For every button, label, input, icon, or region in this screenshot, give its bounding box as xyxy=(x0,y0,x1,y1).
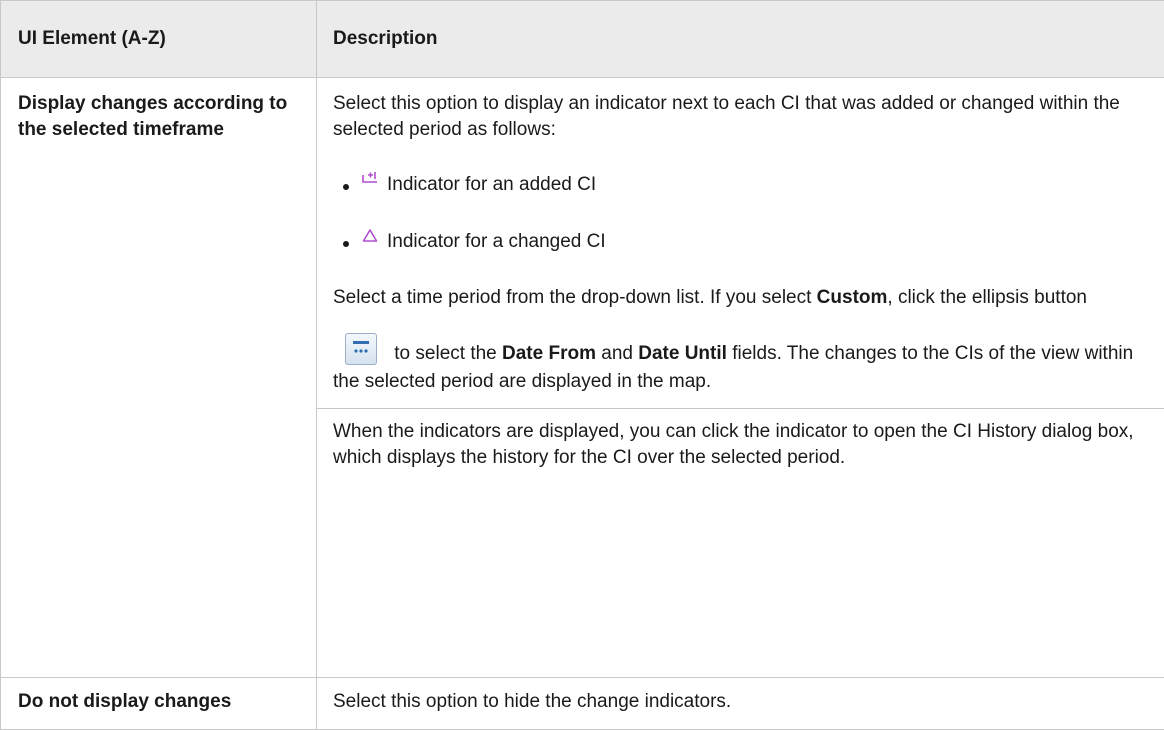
header-description: Description xyxy=(317,1,1164,78)
bullet-changed-text: Indicator for a changed CI xyxy=(387,231,606,252)
header-ui-element: UI Element (A-Z) xyxy=(1,1,317,78)
text-fragment: to select the xyxy=(389,343,502,364)
added-ci-indicator-icon xyxy=(361,170,379,188)
bullet-dot xyxy=(343,241,349,247)
text-fragment: , click the ellipsis button xyxy=(887,287,1087,308)
ellipsis-instructions: to select the Date From and Date Until f… xyxy=(333,333,1154,396)
intro-text: Select this option to display an indicat… xyxy=(333,91,1154,143)
ellipsis-icon xyxy=(346,334,376,364)
ellipsis-button[interactable] xyxy=(345,333,377,365)
table-header-row: UI Element (A-Z) Description xyxy=(1,1,1164,78)
timeframe-instructions: Select a time period from the drop-down … xyxy=(333,285,1154,311)
ui-elements-table: UI Element (A-Z) Description Display cha… xyxy=(0,0,1164,730)
text-fragment: and xyxy=(596,343,638,364)
description-cell: Select this option to hide the change in… xyxy=(317,678,1164,730)
date-until-term: Date Until xyxy=(638,343,727,364)
changed-ci-indicator-icon xyxy=(361,227,379,245)
text-fragment: Select a time period from the drop-down … xyxy=(333,287,817,308)
bullet-added-text: Indicator for an added CI xyxy=(387,174,596,195)
table-row: Display changes according to the selecte… xyxy=(1,78,1164,678)
indicator-click-text: When the indicators are displayed, you c… xyxy=(333,419,1154,471)
custom-term: Custom xyxy=(817,287,888,308)
ui-element-name: Display changes according to the selecte… xyxy=(1,78,317,678)
bullet-dot xyxy=(343,184,349,190)
date-from-term: Date From xyxy=(502,343,596,364)
description-cell: Select this option to display an indicat… xyxy=(317,78,1164,678)
ui-element-name: Do not display changes xyxy=(1,678,317,730)
indicator-click-section: When the indicators are displayed, you c… xyxy=(317,408,1164,471)
bullet-added: Indicator for an added CI xyxy=(333,172,1154,200)
table-row: Do not display changes Select this optio… xyxy=(1,678,1164,730)
bullet-changed: Indicator for a changed CI xyxy=(333,229,1154,257)
